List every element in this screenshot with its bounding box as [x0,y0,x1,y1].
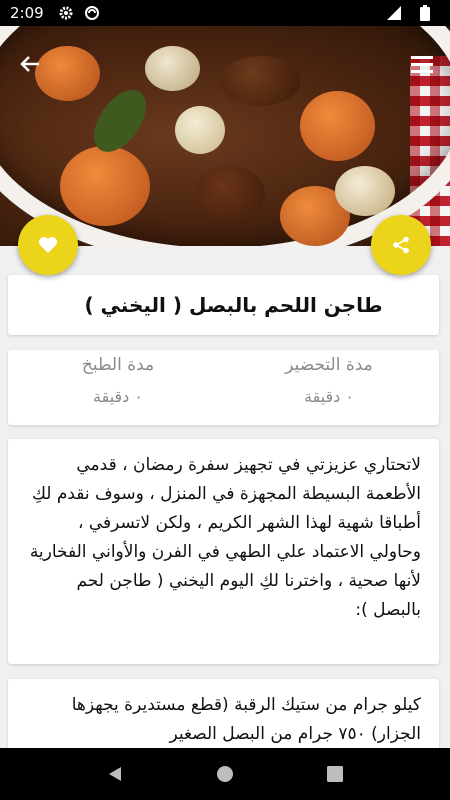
hamburger-menu-icon [411,56,433,73]
cook-time-label: مدة الطبخ [81,355,155,375]
nav-home-icon [217,766,233,782]
recipe-ingredients: كيلو جرام من ستيك الرقبة (قطع مستديرة يج… [71,695,421,744]
mushroom-piece [335,166,395,216]
status-bar: 2:09 [0,0,450,26]
system-nav-bar [0,748,450,800]
favorite-button[interactable] [18,215,78,275]
arrow-left-icon [20,56,39,72]
signal-icon [386,5,402,21]
beef-piece [220,56,300,106]
sync-icon [84,5,100,21]
battery-icon [420,5,430,21]
nav-home-button[interactable] [205,754,245,794]
carrot-piece [60,146,150,226]
menu-button[interactable] [404,46,440,82]
share-button[interactable] [371,215,431,275]
prep-time-value: ٠ دقيقة [304,387,354,406]
beef-piece [195,166,265,221]
cook-time-value: ٠ دقيقة [93,387,143,406]
nav-recents-button[interactable] [315,754,355,794]
nav-back-button[interactable] [95,754,135,794]
gear-icon [58,5,74,21]
nav-recents-icon [327,766,343,782]
recipe-title-card: طاجن اللحم بالبصل ( اليخني ) [8,275,439,335]
onion-piece [175,106,225,154]
recipe-description: لاتحتاري عزيزتي في تجهيز سفرة رمضان ، قد… [29,455,421,620]
back-button[interactable] [12,46,48,82]
description-card: لاتحتاري عزيزتي في تجهيز سفرة رمضان ، قد… [8,439,439,664]
heart-icon [39,237,57,253]
prep-time: مدة التحضير ٠ دقيقة [229,350,429,425]
share-icon [393,236,409,254]
carrot-piece [300,91,375,161]
prep-time-label: مدة التحضير [285,355,373,375]
cook-time: مدة الطبخ ٠ دقيقة [18,350,218,425]
nav-back-icon [109,767,121,781]
recipe-hero-image [0,26,450,246]
onion-piece [145,46,200,91]
status-time: 2:09 [10,4,44,22]
recipe-title: طاجن اللحم بالبصل ( اليخني ) [84,293,383,317]
time-card: مدة التحضير ٠ دقيقة مدة الطبخ ٠ دقيقة [8,350,439,425]
